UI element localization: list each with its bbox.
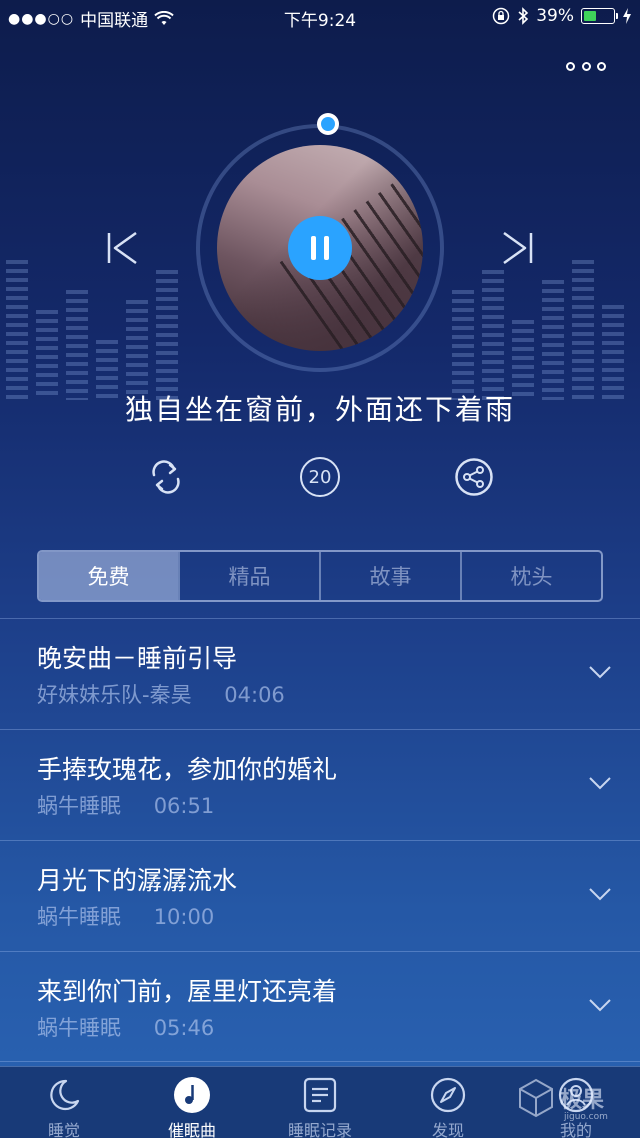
nav-sleep[interactable]: 睡觉 [0,1067,128,1138]
signal-strength: ●●●○○ [8,10,75,27]
equalizer-bar [452,290,474,400]
chevron-down-icon[interactable] [588,998,612,1012]
dot-icon [597,61,606,71]
timer-value: 20 [308,466,332,488]
nav-lullaby[interactable]: 催眠曲 [128,1067,256,1138]
wifi-icon [154,10,174,25]
compass-icon [430,1077,466,1113]
sleep-timer-button[interactable]: 20 [300,457,340,497]
equalizer-bar [6,260,28,400]
repeat-button[interactable] [146,457,186,497]
nav-label: 睡觉 [47,1121,80,1138]
bluetooth-icon [518,7,529,25]
chevron-down-icon[interactable] [588,887,612,901]
previous-track-button[interactable] [106,230,140,266]
pause-icon [324,236,329,260]
equalizer-bar [542,280,564,400]
moon-icon [50,1079,80,1111]
equalizer-right [452,250,624,400]
music-note-icon [174,1077,210,1113]
song-row-title: 晚安曲－睡前引导 [37,644,238,673]
nav-discover[interactable]: 发现 [384,1067,512,1138]
song-row[interactable]: 来到你门前，屋里灯还亮着 蜗牛睡眠 05:46 [0,951,640,1062]
song-row[interactable]: 手捧玫瑰花，参加你的婚礼 蜗牛睡眠 06:51 [0,729,640,840]
battery-icon [581,8,618,24]
chevron-down-icon[interactable] [588,776,612,790]
song-row-title: 手捧玫瑰花，参加你的婚礼 [37,755,338,784]
song-row-duration: 10:00 [153,905,215,929]
equalizer-left [6,250,178,400]
watermark-domain: jiguo.com [564,1112,608,1122]
battery-percent: 39% [536,6,574,26]
song-row-artist: 蜗牛睡眠 [37,794,121,818]
dot-icon [581,61,591,71]
share-button[interactable] [454,457,494,497]
song-row-duration: 06:51 [153,794,215,818]
watermark-logo: 极果 jiguo.com [514,1074,624,1126]
song-row-artist: 蜗牛睡眠 [37,905,121,929]
song-row[interactable]: 月光下的潺潺流水 蜗牛睡眠 10:00 [0,840,640,951]
more-options-button[interactable] [566,56,606,76]
chevron-down-icon[interactable] [588,665,612,679]
equalizer-bar [36,310,58,400]
equalizer-bar [66,290,88,400]
song-row-title: 月光下的潺潺流水 [37,866,238,895]
song-row-artist: 好妹妹乐队-秦昊 [37,683,192,707]
tab-free[interactable]: 免费 [39,552,178,600]
tab-pillow[interactable]: 枕头 [460,552,601,600]
watermark-cube-icon [519,1078,553,1118]
status-bar: ●●●○○ 中国联通 下午9:24 39% [0,0,640,34]
tab-stories[interactable]: 故事 [319,552,460,600]
song-row-artist: 蜗牛睡眠 [37,1016,121,1040]
equalizer-bar [482,270,504,400]
song-row[interactable]: 晚安曲－睡前引导 好妹妹乐队-秦昊 04:06 [0,618,640,729]
equalizer-bar [572,260,594,400]
song-row-title: 来到你门前，屋里灯还亮着 [37,977,338,1006]
progress-handle[interactable] [317,113,339,135]
pause-icon [311,236,316,260]
equalizer-bar [602,305,624,400]
orientation-lock-icon [492,7,510,25]
equalizer-bar [156,270,178,400]
record-list-icon [303,1077,337,1113]
song-row-meta: 蜗牛睡眠 05:46 [37,1012,214,1042]
song-list: 晚安曲－睡前引导 好妹妹乐队-秦昊 04:06 手捧玫瑰花，参加你的婚礼 蜗牛睡… [0,618,640,1062]
song-row-meta: 蜗牛睡眠 10:00 [37,901,214,931]
pause-button[interactable] [288,216,352,280]
song-row-meta: 蜗牛睡眠 06:51 [37,790,214,820]
nav-sleep-records[interactable]: 睡眠记录 [256,1067,384,1138]
dot-icon [566,61,575,71]
charging-icon [623,8,631,24]
nav-label: 发现 [431,1121,464,1138]
song-row-duration: 04:06 [224,683,285,707]
nav-label: 催眠曲 [167,1121,216,1138]
watermark-text: 极果 [560,1088,605,1113]
nav-label: 睡眠记录 [287,1121,352,1138]
tab-premium[interactable]: 精品 [178,552,319,600]
song-row-meta: 好妹妹乐队-秦昊 04:06 [37,679,285,709]
next-track-button[interactable] [500,230,534,266]
song-title: 独自坐在窗前，外面还下着雨 [124,393,515,426]
carrier-name: 中国联通 [80,11,149,31]
song-row-duration: 05:46 [153,1016,215,1040]
category-tabs: 免费 精品 故事 枕头 [37,550,603,602]
equalizer-bar [126,300,148,400]
